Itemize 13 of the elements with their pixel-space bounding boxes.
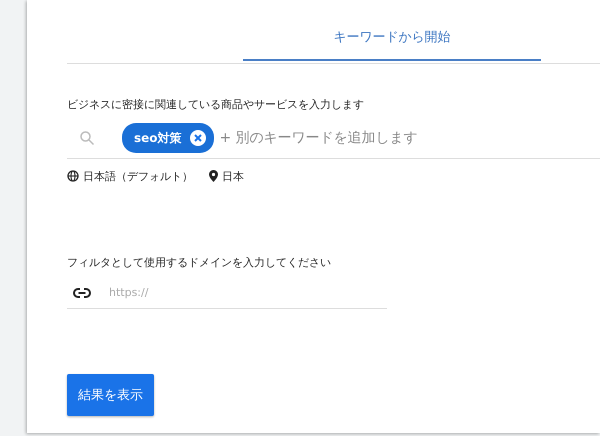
link-icon: [73, 288, 91, 298]
tab[interactable]: キーワードから開始: [243, 28, 541, 61]
language-setting[interactable]: 日本語（デフォルト）: [83, 168, 193, 184]
location-pin-icon: [209, 170, 218, 182]
field-label: フィルタとして使用するドメインを入力してください: [67, 255, 332, 270]
globe-icon: [67, 170, 79, 182]
field-label: ビジネスに密接に関連している商品やサービスを入力します: [67, 97, 365, 112]
search-icon: [79, 130, 95, 146]
keyword-input[interactable]: + 別のキーワードを追加します: [218, 129, 600, 147]
show-results-button[interactable]: 結果を表示: [67, 374, 154, 416]
keyword-chip[interactable]: seo対策: [122, 123, 214, 153]
location-setting[interactable]: 日本: [222, 168, 244, 184]
remove-icon[interactable]: [190, 130, 206, 146]
